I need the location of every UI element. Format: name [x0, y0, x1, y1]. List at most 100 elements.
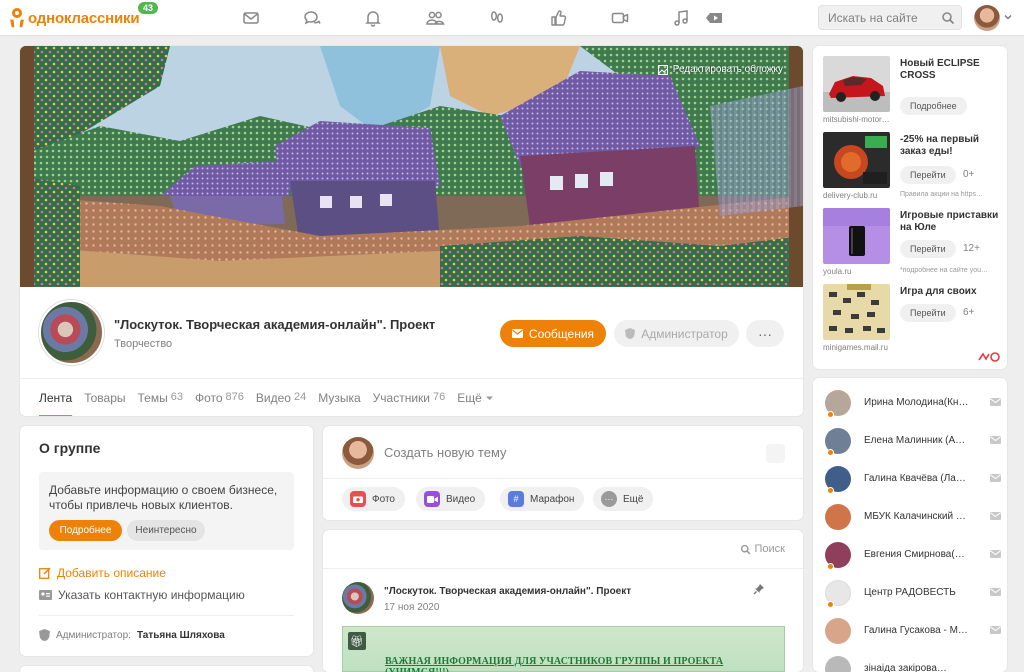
discussions-icon[interactable]: [302, 8, 322, 28]
ad-image[interactable]: [823, 284, 890, 340]
pin-icon[interactable]: [753, 583, 765, 595]
member-avatar[interactable]: [825, 504, 851, 530]
add-contacts-link[interactable]: Указать контактную информацию: [39, 588, 245, 602]
search-icon: [740, 544, 750, 554]
gift-icon: 🎁︎: [348, 632, 366, 650]
member-item[interactable]: Галина Гусакова - М…: [825, 618, 1001, 648]
tab-feed[interactable]: Лента: [39, 391, 73, 416]
member-name[interactable]: Галина Квачёва (Ла…: [864, 473, 974, 484]
ad-image[interactable]: [823, 208, 890, 264]
about-title: О группе: [39, 440, 101, 456]
search-input[interactable]: [819, 6, 937, 29]
feed-search-button[interactable]: Поиск: [740, 543, 785, 555]
ok-logo-icon: [10, 8, 24, 28]
notifications-icon[interactable]: [363, 8, 383, 28]
member-name[interactable]: МБУК Калачинский …: [864, 511, 974, 522]
ad-button[interactable]: Перейти: [900, 304, 956, 322]
video-icon[interactable]: [610, 8, 630, 28]
member-name[interactable]: Галина Гусакова - М…: [864, 625, 974, 636]
games-icon[interactable]: [704, 8, 724, 28]
ad-domain: minigames.mail.ru: [823, 343, 888, 352]
chip-label: Фото: [372, 493, 395, 505]
administrator-button[interactable]: Администратор: [614, 320, 739, 347]
user-avatar[interactable]: [974, 5, 1000, 31]
mood-icon[interactable]: [766, 444, 785, 463]
notifications-count-badge[interactable]: 43: [138, 2, 159, 14]
divider: [323, 568, 803, 569]
post-author-avatar[interactable]: [342, 582, 374, 614]
tab-music[interactable]: Музыка: [318, 391, 360, 416]
guests-icon[interactable]: [487, 8, 507, 28]
group-category[interactable]: Творчество: [114, 338, 172, 350]
edit-cover-button[interactable]: Редактировать обложку: [657, 64, 783, 75]
ad-image[interactable]: [823, 56, 890, 112]
ad-domain: delivery-club.ru: [823, 191, 878, 200]
messages-button-label: Сообщения: [528, 326, 595, 341]
chevron-down-icon[interactable]: [1004, 13, 1012, 21]
member-name[interactable]: Ирина Молодина(Кн…: [864, 397, 974, 408]
messages-icon[interactable]: [241, 8, 261, 28]
member-item[interactable]: Елена Малинник (А…: [825, 428, 1001, 458]
message-icon[interactable]: [990, 512, 1001, 520]
member-item[interactable]: Ирина Молодина(Кн…: [825, 390, 1001, 420]
site-logo[interactable]: одноклассники 43: [10, 2, 159, 30]
friends-icon[interactable]: [425, 8, 445, 28]
attach-photo-button[interactable]: Фото: [342, 487, 405, 511]
create-topic-card: Создать новую тему Фото Видео # Марафон …: [323, 426, 803, 520]
member-name[interactable]: Елена Малинник (А…: [864, 435, 974, 446]
member-name[interactable]: Центр РАДОВЕСТЬ: [864, 587, 974, 598]
message-icon[interactable]: [990, 626, 1001, 634]
messages-button[interactable]: Сообщения: [500, 320, 606, 347]
tab-video[interactable]: Видео 24: [256, 391, 306, 416]
more-actions-button[interactable]: ···: [746, 320, 784, 347]
tab-topics[interactable]: Темы 63: [138, 391, 183, 416]
add-description-link[interactable]: Добавить описание: [39, 566, 166, 580]
post-image[interactable]: 🎁︎ ВАЖНАЯ ИНФОРМАЦИЯ ДЛЯ УЧАСТНИКОВ ГРУП…: [342, 626, 785, 672]
online-status-icon: [827, 601, 834, 608]
ad-age-rating: 12+: [963, 243, 980, 254]
post-date[interactable]: 17 ноя 2020: [384, 602, 439, 613]
chip-label: Марафон: [530, 493, 575, 505]
message-icon[interactable]: [990, 398, 1001, 406]
admin-name-link[interactable]: Татьяна Шляхова: [137, 630, 225, 641]
attach-video-button[interactable]: Видео: [416, 487, 486, 511]
search-icon[interactable]: [941, 11, 955, 25]
ad-button[interactable]: Перейти: [900, 240, 956, 258]
promo-dismiss-button[interactable]: Неинтересно: [127, 520, 205, 541]
ad-button[interactable]: Подробнее: [900, 97, 967, 115]
next-card: [20, 666, 313, 672]
group-avatar[interactable]: [39, 300, 104, 365]
message-icon[interactable]: [990, 550, 1001, 558]
music-icon[interactable]: [671, 8, 691, 28]
member-item[interactable]: зінаіда закірова…: [825, 656, 1001, 672]
member-name[interactable]: Евгения Смирнова(…: [864, 549, 974, 560]
message-icon[interactable]: [990, 588, 1001, 596]
member-name[interactable]: зінаіда закірова…: [864, 663, 974, 672]
member-item[interactable]: Галина Квачёва (Ла…: [825, 466, 1001, 496]
logo-text: одноклассники: [28, 9, 140, 27]
tab-products[interactable]: Товары: [84, 391, 125, 416]
message-icon[interactable]: [990, 474, 1001, 482]
ad-image[interactable]: [823, 132, 890, 188]
user-avatar: [342, 437, 374, 469]
member-avatar[interactable]: [825, 618, 851, 644]
ad-marker-icon[interactable]: [977, 350, 1001, 364]
post-author-link[interactable]: "Лоскуток. Творческая академия-онлайн". …: [384, 586, 631, 597]
patchwork-village-picture: [20, 46, 803, 287]
tab-members[interactable]: Участники 76: [373, 391, 446, 416]
promo-more-button[interactable]: Подробнее: [49, 520, 122, 541]
events-icon[interactable]: [548, 8, 568, 28]
message-icon[interactable]: [990, 436, 1001, 444]
member-item[interactable]: Центр РАДОВЕСТЬ: [825, 580, 1001, 610]
member-item[interactable]: МБУК Калачинский …: [825, 504, 1001, 534]
more-attachments-button[interactable]: ··· Ещё: [593, 487, 654, 511]
marathon-button[interactable]: # Марафон: [500, 487, 585, 511]
divider: [323, 478, 803, 479]
group-cover-image: Редактировать обложку: [20, 46, 803, 287]
create-topic-input[interactable]: Создать новую тему: [384, 445, 507, 460]
member-avatar[interactable]: [825, 656, 851, 672]
tab-more[interactable]: Ещё: [457, 391, 494, 416]
tab-photos[interactable]: Фото 876: [195, 391, 244, 416]
member-item[interactable]: Евгения Смирнова(…: [825, 542, 1001, 572]
ad-button[interactable]: Перейти: [900, 166, 956, 184]
